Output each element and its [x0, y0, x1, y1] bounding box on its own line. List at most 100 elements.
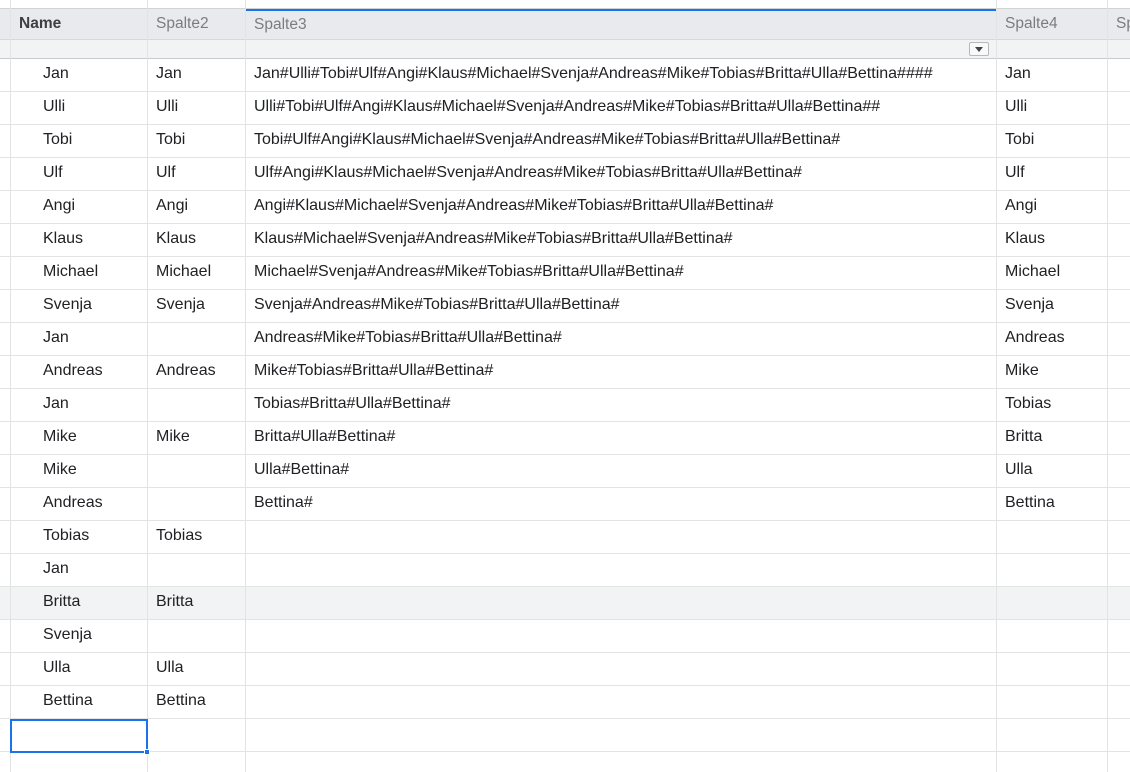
cell-spalte2[interactable]: Ulla: [156, 653, 246, 685]
cell-spalte4[interactable]: [1005, 719, 1107, 751]
cell-spalte4[interactable]: Michael: [1005, 257, 1107, 289]
cell-spalte3[interactable]: [254, 719, 996, 751]
cell-name[interactable]: Svenja: [43, 290, 147, 322]
cell-name[interactable]: Ulla: [43, 653, 147, 685]
cell-spalte4[interactable]: Tobias: [1005, 389, 1107, 421]
cell-spalte4[interactable]: Mike: [1005, 356, 1107, 388]
table-row: Mike Ulla#Bettina# Ulla: [0, 455, 1130, 488]
cell-spalte4[interactable]: Klaus: [1005, 224, 1107, 256]
cell-spalte2[interactable]: [156, 488, 246, 520]
cell-spalte4[interactable]: [1005, 686, 1107, 718]
cell-spalte3[interactable]: [254, 554, 996, 586]
cell-name[interactable]: Jan: [43, 323, 147, 355]
cell-name[interactable]: Ulli: [43, 92, 147, 124]
cell-spalte2[interactable]: Mike: [156, 422, 246, 454]
column-header-name[interactable]: Name: [11, 9, 147, 39]
selected-cell[interactable]: [10, 719, 150, 755]
cell-spalte2[interactable]: Tobi: [156, 125, 246, 157]
cell-name[interactable]: Tobi: [43, 125, 147, 157]
cell-name[interactable]: Bettina: [43, 686, 147, 718]
fill-handle[interactable]: [144, 749, 150, 755]
column-header-spalte2[interactable]: Spalte2: [148, 9, 245, 39]
cell-spalte3[interactable]: Michael#Svenja#Andreas#Mike#Tobias#Britt…: [254, 257, 996, 289]
cell-spalte3[interactable]: Britta#Ulla#Bettina#: [254, 422, 996, 454]
column-header-spalte3[interactable]: Spalte3: [246, 9, 996, 39]
cell-name[interactable]: Klaus: [43, 224, 147, 256]
cell-spalte2[interactable]: Ulli: [156, 92, 246, 124]
cell-spalte3[interactable]: Andreas#Mike#Tobias#Britta#Ulla#Bettina#: [254, 323, 996, 355]
cell-spalte3[interactable]: [254, 521, 996, 553]
cell-spalte2[interactable]: [156, 455, 246, 487]
cell-spalte4[interactable]: Britta: [1005, 422, 1107, 454]
table-row: Michael Michael Michael#Svenja#Andreas#Mik…: [0, 257, 1130, 290]
cell-spalte2[interactable]: [156, 389, 246, 421]
cell-spalte3[interactable]: Klaus#Michael#Svenja#Andreas#Mike#Tobias…: [254, 224, 996, 256]
cell-name[interactable]: Jan: [43, 59, 147, 91]
cell-spalte2[interactable]: Klaus: [156, 224, 246, 256]
cell-spalte3[interactable]: Jan#Ulli#Tobi#Ulf#Angi#Klaus#Michael#Sve…: [254, 59, 996, 91]
cell-name[interactable]: Tobias: [43, 521, 147, 553]
cell-spalte4[interactable]: [1005, 521, 1107, 553]
cell-name[interactable]: Svenja: [43, 620, 147, 652]
cell-spalte2[interactable]: Tobias: [156, 521, 246, 553]
cell-spalte2[interactable]: Ulf: [156, 158, 246, 190]
cell-spalte3[interactable]: Ulf#Angi#Klaus#Michael#Svenja#Andreas#Mi…: [254, 158, 996, 190]
table-row: Jan Jan Jan#Ulli#Tobi#Ulf#Angi#Klaus#Micha…: [0, 59, 1130, 92]
cell-spalte4[interactable]: [1005, 620, 1107, 652]
cell-spalte2[interactable]: Angi: [156, 191, 246, 223]
cell-spalte3[interactable]: Bettina#: [254, 488, 996, 520]
cell-spalte2[interactable]: Svenja: [156, 290, 246, 322]
cell-name[interactable]: Jan: [43, 389, 147, 421]
cell-spalte2[interactable]: [156, 620, 246, 652]
cell-name[interactable]: Andreas: [43, 356, 147, 388]
cell-spalte4[interactable]: Ulf: [1005, 158, 1107, 190]
cell-spalte3[interactable]: [254, 686, 996, 718]
table-row: Jan: [0, 554, 1130, 587]
cell-spalte3[interactable]: Tobias#Britta#Ulla#Bettina#: [254, 389, 996, 421]
cell-spalte4[interactable]: Andreas: [1005, 323, 1107, 355]
cell-spalte2[interactable]: [156, 719, 246, 751]
cell-spalte2[interactable]: [156, 554, 246, 586]
cell-spalte4[interactable]: Bettina: [1005, 488, 1107, 520]
table-row: Jan Tobias#Britta#Ulla#Bettina# Tobias: [0, 389, 1130, 422]
column-header-spalte4[interactable]: Spalte4: [997, 9, 1107, 39]
cell-spalte3[interactable]: Mike#Tobias#Britta#Ulla#Bettina#: [254, 356, 996, 388]
cell-spalte4[interactable]: [1005, 653, 1107, 685]
cell-name[interactable]: Mike: [43, 422, 147, 454]
cell-spalte4[interactable]: [1005, 587, 1107, 619]
cell-spalte3[interactable]: Tobi#Ulf#Angi#Klaus#Michael#Svenja#Andre…: [254, 125, 996, 157]
cell-spalte2[interactable]: Jan: [156, 59, 246, 91]
cell-spalte2[interactable]: Bettina: [156, 686, 246, 718]
cell-name[interactable]: Andreas: [43, 488, 147, 520]
filter-dropdown-icon[interactable]: [969, 42, 989, 56]
cell-spalte4[interactable]: [1005, 554, 1107, 586]
cell-spalte3[interactable]: Ulli#Tobi#Ulf#Angi#Klaus#Michael#Svenja#…: [254, 92, 996, 124]
cell-name[interactable]: Britta: [43, 587, 147, 619]
table-row: Britta Britta: [0, 587, 1130, 620]
table-row: Mike Mike Britta#Ulla#Bettina# Britta: [0, 422, 1130, 455]
cell-spalte4[interactable]: Ulli: [1005, 92, 1107, 124]
cell-spalte2[interactable]: [156, 323, 246, 355]
cell-spalte3[interactable]: [254, 620, 996, 652]
cell-spalte4[interactable]: Svenja: [1005, 290, 1107, 322]
cell-name[interactable]: Angi: [43, 191, 147, 223]
cell-spalte3[interactable]: Angi#Klaus#Michael#Svenja#Andreas#Mike#T…: [254, 191, 996, 223]
cell-spalte3[interactable]: [254, 587, 996, 619]
column-header-spalte5[interactable]: Sp: [1108, 9, 1130, 39]
grid-line: [147, 0, 148, 772]
cell-spalte2[interactable]: Michael: [156, 257, 246, 289]
cell-spalte4[interactable]: Tobi: [1005, 125, 1107, 157]
cell-spalte2[interactable]: Britta: [156, 587, 246, 619]
cell-name[interactable]: Ulf: [43, 158, 147, 190]
cell-spalte4[interactable]: Angi: [1005, 191, 1107, 223]
cell-name[interactable]: Mike: [43, 455, 147, 487]
cell-spalte3[interactable]: Svenja#Andreas#Mike#Tobias#Britta#Ulla#B…: [254, 290, 996, 322]
cell-name[interactable]: Michael: [43, 257, 147, 289]
cell-spalte3[interactable]: [254, 653, 996, 685]
cell-spalte3[interactable]: Ulla#Bettina#: [254, 455, 996, 487]
cell-name[interactable]: Jan: [43, 554, 147, 586]
cell-spalte2[interactable]: Andreas: [156, 356, 246, 388]
cell-spalte4[interactable]: Jan: [1005, 59, 1107, 91]
table-row: Klaus Klaus Klaus#Michael#Svenja#Andreas#M…: [0, 224, 1130, 257]
cell-spalte4[interactable]: Ulla: [1005, 455, 1107, 487]
